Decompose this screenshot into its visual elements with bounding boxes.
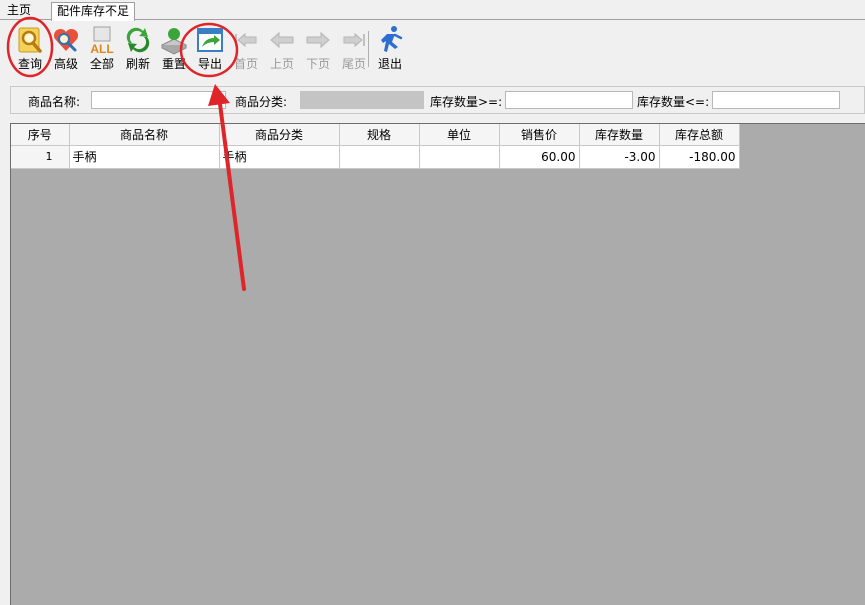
export-button[interactable]: 导出 [192,25,228,77]
tab-low-stock[interactable]: 配件库存不足 [51,2,136,21]
product-name-cell[interactable]: 手柄 [69,145,220,169]
first-page-button[interactable]: 首页 [228,25,264,77]
row-number-cell[interactable]: 1 [11,145,70,169]
filter-bar: 商品名称: 商品分类: 库存数量>=: 库存数量<=: [10,86,865,114]
sale-price-cell[interactable]: 60.00 [499,145,580,169]
column-header[interactable]: 单位 [419,124,500,146]
last-page-icon [343,32,365,48]
table-header-row: 序号 商品名称 商品分类 规格 单位 销售价 库存数量 库存总额 [11,124,740,146]
prev-page-icon [270,31,294,49]
toolbar-separator [368,31,369,67]
product-category-cell[interactable]: 手柄 [219,145,340,169]
running-man-icon [381,26,403,52]
stock-qty-max-input[interactable] [712,91,840,109]
prev-page-button[interactable]: 上页 [264,25,300,77]
column-header[interactable]: 销售价 [499,124,580,146]
reset-button[interactable]: 重置 [156,25,192,77]
next-page-button[interactable]: 下页 [300,25,336,77]
toolbar: 查询 高级 ALL 全部 刷新 重置 导出 首页 上页 下页 尾页 退出 [0,21,865,79]
column-header[interactable]: 库存总额 [659,124,740,146]
exit-button[interactable]: 退出 [372,25,408,77]
stock-qty-cell[interactable]: -3.00 [579,145,660,169]
column-header[interactable]: 商品名称 [69,124,220,146]
stock-qty-min-label: 库存数量>=: [430,95,503,109]
svg-text:ALL: ALL [90,42,113,55]
unit-cell[interactable] [419,145,500,169]
advanced-search-button[interactable]: 高级 [48,25,84,77]
column-header[interactable]: 库存数量 [579,124,660,146]
tab-home[interactable]: 主页 [2,2,36,20]
product-name-input[interactable] [91,91,226,109]
stock-qty-min-input[interactable] [505,91,633,109]
reset-icon [160,28,188,55]
tab-bar: 主页 配件库存不足 [0,0,865,21]
stock-total-cell[interactable]: -180.00 [659,145,740,169]
table-row[interactable]: 1 手柄 手柄 60.00 -3.00 -180.00 [11,145,740,169]
column-header[interactable]: 规格 [339,124,420,146]
spec-cell[interactable] [339,145,420,169]
all-button[interactable]: ALL 全部 [84,25,120,77]
product-category-label: 商品分类: [235,95,288,109]
column-header[interactable]: 商品分类 [219,124,340,146]
next-page-icon [306,31,330,49]
all-icon: ALL [90,26,114,55]
refresh-icon [126,27,150,53]
inventory-table: 序号 商品名称 商品分类 规格 单位 销售价 库存数量 库存总额 1 手柄 手柄… [11,124,740,169]
refresh-button[interactable]: 刷新 [120,25,156,77]
column-header[interactable]: 序号 [11,124,70,146]
last-page-button[interactable]: 尾页 [336,25,372,77]
export-icon [197,28,223,52]
first-page-icon [235,32,257,48]
product-category-field[interactable] [300,91,424,109]
product-name-label: 商品名称: [28,95,81,109]
data-grid: 序号 商品名称 商品分类 规格 单位 销售价 库存数量 库存总额 1 手柄 手柄… [10,123,865,605]
stock-qty-max-label: 库存数量<=: [637,95,710,109]
query-button[interactable]: 查询 [12,25,48,77]
magnifier-icon [18,27,42,53]
advanced-search-icon [53,28,79,52]
